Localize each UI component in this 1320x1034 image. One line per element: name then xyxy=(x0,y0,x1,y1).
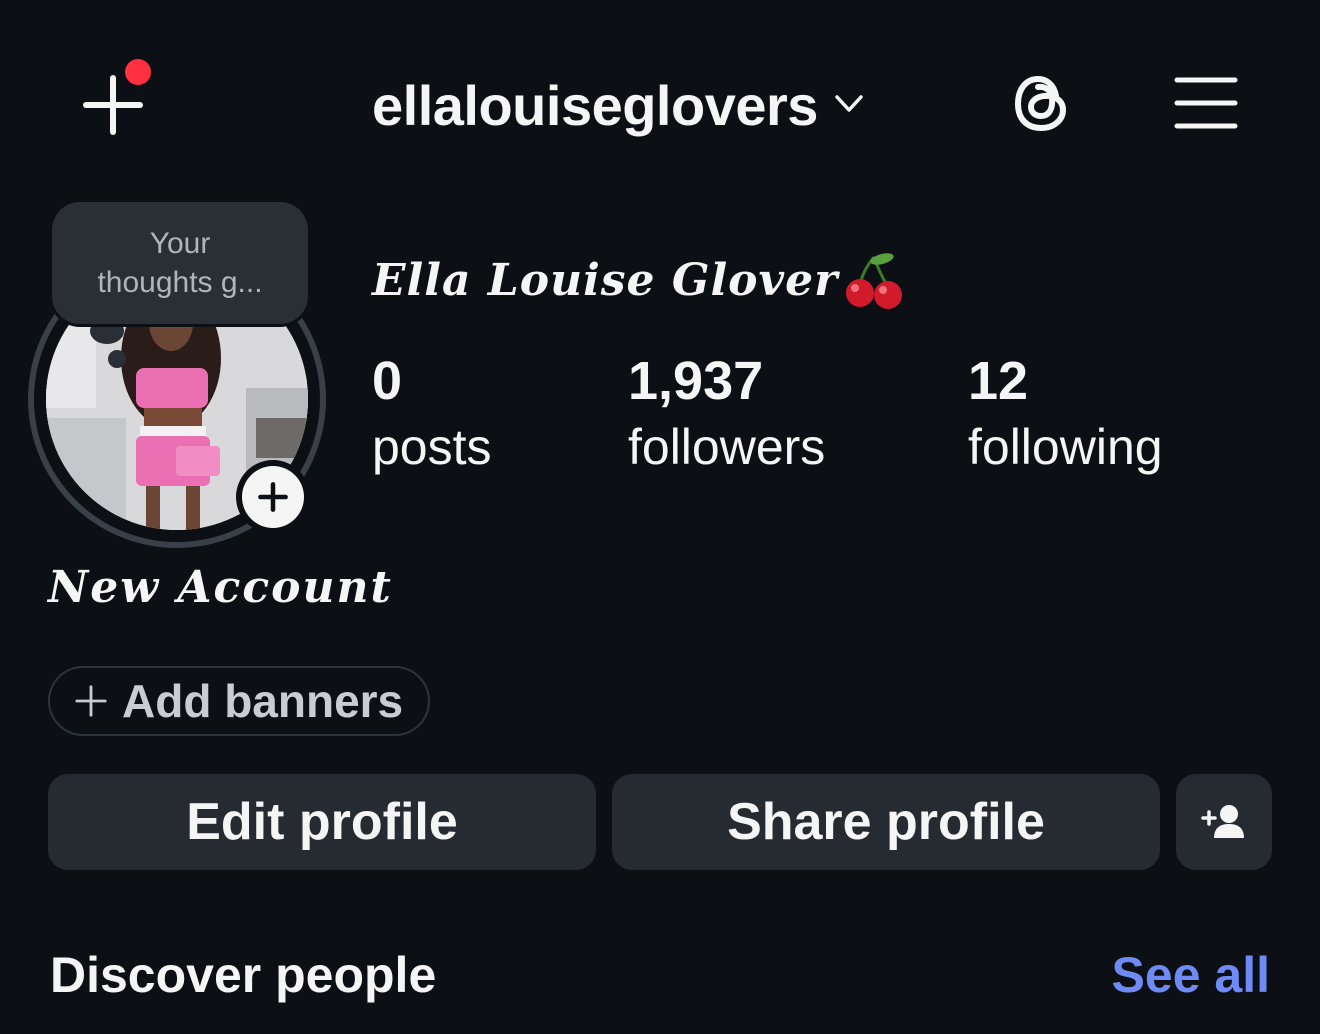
add-person-icon xyxy=(1201,805,1244,838)
stat-followers-label: followers xyxy=(628,419,826,475)
stat-following-label: following xyxy=(968,419,1163,475)
stat-posts[interactable]: 0 posts xyxy=(372,348,492,480)
stat-followers-value: 1,937 xyxy=(628,351,764,411)
discover-people-toggle-button[interactable] xyxy=(1176,774,1272,870)
note-line-2: thoughts g... xyxy=(97,266,263,299)
profile-page: ellalouiseglovers Your thoughts g... Ell… xyxy=(0,0,1320,1034)
stat-following[interactable]: 12 following xyxy=(968,348,1163,480)
edit-profile-label: Edit profile xyxy=(186,793,458,851)
stat-posts-value: 0 xyxy=(372,351,403,411)
edit-profile-button[interactable]: Edit profile xyxy=(48,774,596,870)
share-profile-label: Share profile xyxy=(727,793,1045,851)
stat-following-value: 12 xyxy=(968,351,1029,411)
chevron-down-icon xyxy=(832,86,866,125)
hamburger-menu-icon[interactable] xyxy=(1174,75,1238,131)
notification-dot xyxy=(125,59,151,85)
display-name: Ella Louise Glover xyxy=(372,240,906,320)
username: ellalouiseglovers xyxy=(372,73,818,137)
cherries-emoji-icon xyxy=(844,249,906,311)
see-all-link[interactable]: See all xyxy=(1112,946,1270,1004)
add-banners-label: Add banners xyxy=(122,675,404,727)
threads-icon[interactable] xyxy=(1008,68,1078,138)
note-line-1: Your xyxy=(149,227,211,260)
stat-posts-label: posts xyxy=(372,419,492,475)
discover-people-heading: Discover people xyxy=(50,947,437,1003)
display-name-text: Ella Louise Glover xyxy=(372,254,839,306)
add-banners-button[interactable]: Add banners xyxy=(48,666,430,736)
plus-icon xyxy=(258,482,288,512)
stat-followers[interactable]: 1,937 followers xyxy=(628,348,825,480)
share-profile-button[interactable]: Share profile xyxy=(612,774,1160,870)
note-bubble[interactable]: Your thoughts g... xyxy=(52,202,308,324)
account-switcher[interactable]: ellalouiseglovers xyxy=(372,70,866,140)
note-bubble-tail-small xyxy=(108,350,126,368)
add-story-button[interactable] xyxy=(236,460,310,534)
plus-icon xyxy=(75,685,107,717)
bio-text: New Account xyxy=(48,562,393,613)
